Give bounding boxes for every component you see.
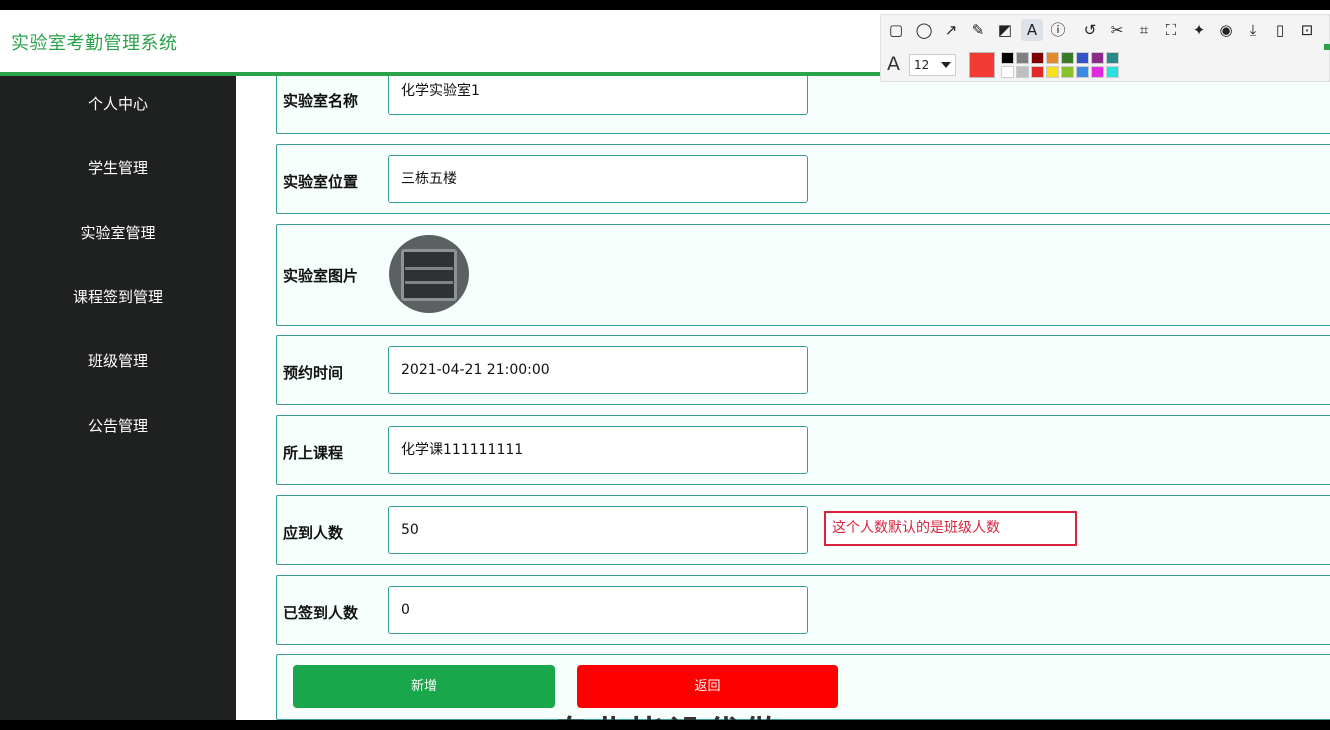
header-corner-marker xyxy=(1324,44,1330,50)
sidebar-item-notice-management[interactable]: 公告管理 xyxy=(0,406,236,446)
color-swatch[interactable] xyxy=(1016,66,1029,78)
translate-icon[interactable]: ⌗ xyxy=(1133,19,1155,41)
add-button[interactable]: 新增 xyxy=(293,665,555,708)
app-title: 实验室考勤管理系统 xyxy=(11,33,178,54)
current-color-swatch[interactable] xyxy=(969,52,995,78)
ellipse-icon[interactable]: ◯ xyxy=(913,19,935,41)
bottom-black-band xyxy=(0,720,1330,730)
annotation-toolbar: ▢ ◯ ↗ ✎ ◩ A ⓘ ↺ ✂ ⌗ ⛶ ✦ ◉ ⤓ ▯ ⊡ A 12 xyxy=(880,14,1330,82)
text-icon[interactable]: A xyxy=(1021,19,1043,41)
lab-photo-shelf xyxy=(405,281,453,284)
color-swatch[interactable] xyxy=(1091,52,1104,64)
color-swatch[interactable] xyxy=(1061,52,1074,64)
color-swatch[interactable] xyxy=(1001,66,1014,78)
chevron-down-icon xyxy=(941,62,951,68)
mosaic-icon[interactable]: ◩ xyxy=(994,19,1016,41)
lab-location-input[interactable]: 三栋五楼 xyxy=(388,155,808,203)
expected-count-input[interactable]: 50 xyxy=(388,506,808,554)
course-input[interactable]: 化学课111111111 xyxy=(388,426,808,474)
color-swatch[interactable] xyxy=(1031,66,1044,78)
form-row-reservation-time: 预约时间 2021-04-21 21:00:00 xyxy=(276,335,1330,405)
color-swatch[interactable] xyxy=(1016,52,1029,64)
bookmark-icon[interactable]: ⊡ xyxy=(1296,19,1318,41)
color-swatch[interactable] xyxy=(1106,52,1119,64)
font-icon: A xyxy=(887,53,900,75)
font-size-value: 12 xyxy=(914,58,930,72)
arrow-icon[interactable]: ↗ xyxy=(940,19,962,41)
sidebar-item-student-management[interactable]: 学生管理 xyxy=(0,148,236,188)
pencil-icon[interactable]: ✎ xyxy=(967,19,989,41)
color-swatch[interactable] xyxy=(1076,52,1089,64)
main-content: 实验室名称 化学实验室1 实验室位置 三栋五楼 实验室图片 预约时间 2021-… xyxy=(236,76,1330,720)
lab-photo-shelf xyxy=(405,267,453,270)
sidebar-item-class-management[interactable]: 班级管理 xyxy=(0,341,236,381)
lab-photo[interactable] xyxy=(389,235,469,313)
back-button[interactable]: 返回 xyxy=(577,665,838,708)
color-swatch[interactable] xyxy=(1031,52,1044,64)
rectangle-icon[interactable]: ▢ xyxy=(885,19,907,41)
pin-icon[interactable]: ✦ xyxy=(1188,19,1210,41)
undo-icon[interactable]: ↺ xyxy=(1079,19,1101,41)
form-row-lab-image: 实验室图片 xyxy=(276,224,1330,326)
color-swatch[interactable] xyxy=(1061,66,1074,78)
form-row-lab-name: 实验室名称 化学实验室1 xyxy=(276,76,1330,134)
record-icon[interactable]: ◉ xyxy=(1215,19,1237,41)
sidebar-item-course-checkin[interactable]: 课程签到管理 xyxy=(0,277,236,317)
download-icon[interactable]: ⤓ xyxy=(1242,19,1264,41)
color-swatch[interactable] xyxy=(1076,66,1089,78)
sidebar-item-lab-management[interactable]: 实验室管理 xyxy=(0,213,236,253)
form-row-actions: 新增 返回 xyxy=(276,654,1330,720)
expected-count-label: 应到人数 xyxy=(283,524,344,542)
lab-photo-cabinet xyxy=(401,249,457,301)
course-label: 所上课程 xyxy=(283,444,344,462)
save-icon[interactable]: ▯ xyxy=(1269,19,1291,41)
top-black-band xyxy=(0,0,1330,10)
cut-icon[interactable]: ✂ xyxy=(1106,19,1128,41)
watermark-overlay-text: 专业毕设代做 xyxy=(554,706,782,720)
form-row-course: 所上课程 化学课111111111 xyxy=(276,415,1330,485)
color-swatch[interactable] xyxy=(1001,52,1014,64)
signed-count-input[interactable]: 0 xyxy=(388,586,808,634)
ocr-icon[interactable]: ⛶ xyxy=(1160,19,1182,41)
color-swatch[interactable] xyxy=(1091,66,1104,78)
color-swatch[interactable] xyxy=(1046,52,1059,64)
color-swatch[interactable] xyxy=(1106,66,1119,78)
form-row-signed-count: 已签到人数 0 xyxy=(276,575,1330,645)
reservation-time-label: 预约时间 xyxy=(283,364,344,382)
lab-name-input[interactable]: 化学实验室1 xyxy=(388,76,808,115)
lab-location-label: 实验室位置 xyxy=(283,173,359,191)
annotation-text-box[interactable]: 这个人数默认的是班级人数 xyxy=(824,511,1077,546)
lab-image-label: 实验室图片 xyxy=(283,267,359,285)
number-icon[interactable]: ⓘ xyxy=(1047,19,1069,41)
sidebar-item-personal-center[interactable]: 个人中心 xyxy=(0,84,236,124)
font-size-select[interactable]: 12 xyxy=(909,54,956,76)
color-swatch[interactable] xyxy=(1046,66,1059,78)
reservation-time-input[interactable]: 2021-04-21 21:00:00 xyxy=(388,346,808,394)
form-row-expected-count: 应到人数 50 xyxy=(276,495,1330,565)
sidebar: 个人中心 学生管理 实验室管理 课程签到管理 班级管理 公告管理 xyxy=(0,76,236,720)
lab-name-label: 实验室名称 xyxy=(283,92,359,110)
form-row-lab-location: 实验室位置 三栋五楼 xyxy=(276,144,1330,214)
signed-count-label: 已签到人数 xyxy=(283,604,359,622)
